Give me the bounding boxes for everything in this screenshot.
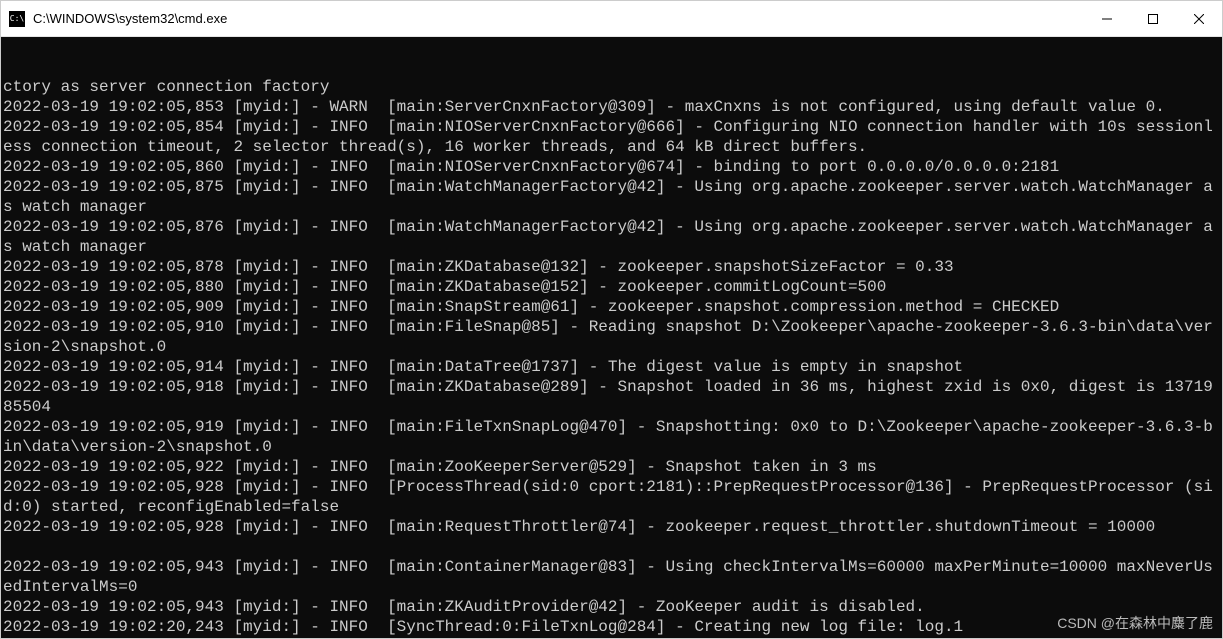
minimize-button[interactable] <box>1084 1 1130 36</box>
close-icon <box>1194 14 1204 24</box>
maximize-icon <box>1148 14 1158 24</box>
cmd-window: C:\ C:\WINDOWS\system32\cmd.exe ctory as… <box>0 0 1223 639</box>
window-controls <box>1084 1 1222 36</box>
minimize-icon <box>1102 14 1112 24</box>
maximize-button[interactable] <box>1130 1 1176 36</box>
console-text: ctory as server connection factory 2022-… <box>1 77 1222 637</box>
close-button[interactable] <box>1176 1 1222 36</box>
titlebar[interactable]: C:\ C:\WINDOWS\system32\cmd.exe <box>1 1 1222 37</box>
console-output[interactable]: ctory as server connection factory 2022-… <box>1 37 1222 638</box>
cmd-icon: C:\ <box>9 11 25 27</box>
window-title: C:\WINDOWS\system32\cmd.exe <box>33 11 1084 26</box>
